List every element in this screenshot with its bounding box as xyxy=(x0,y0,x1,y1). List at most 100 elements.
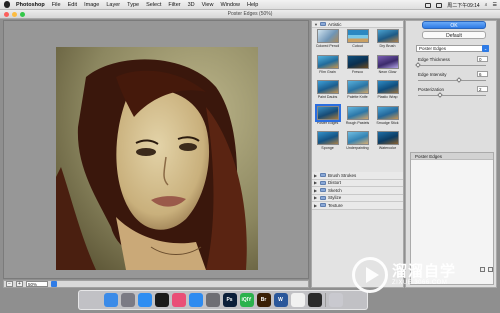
category-stylize[interactable]: ▶ Stylize xyxy=(312,194,403,202)
launchpad-icon[interactable] xyxy=(120,293,135,307)
menu-file[interactable]: File xyxy=(52,2,61,8)
folder-icon xyxy=(320,22,326,26)
filter-thumbnails: Colored Pencil Cutout Dry Brush Film Gra… xyxy=(312,28,403,159)
filter-thumb[interactable]: Plastic Wrap xyxy=(373,80,402,106)
menubar-status: 周二下午09:14 ⌕ ☰ xyxy=(425,0,497,10)
menu-help[interactable]: Help xyxy=(247,2,258,8)
edge-intensity-param: Edge Intensity 6 xyxy=(416,71,489,86)
zoom-dropdown-icon[interactable] xyxy=(51,281,57,287)
app-store-icon[interactable] xyxy=(188,293,203,307)
folder-icon xyxy=(320,203,326,208)
default-button[interactable]: Default xyxy=(422,31,486,39)
filter-thumb[interactable]: Dry Brush xyxy=(373,29,402,55)
fresco-thumb-icon xyxy=(346,54,369,69)
colored-pencil-thumb-icon xyxy=(316,29,339,43)
folder-icon xyxy=(320,195,326,200)
edge-intensity-slider[interactable] xyxy=(418,77,486,83)
slider-knob[interactable] xyxy=(455,77,462,83)
filter-thumb[interactable]: Paint Daubs xyxy=(313,80,342,106)
edge-thickness-slider[interactable] xyxy=(415,62,486,68)
delete-effect-layer-icon[interactable] xyxy=(488,267,493,272)
camera-icon[interactable] xyxy=(307,293,322,307)
menu-layer[interactable]: Layer xyxy=(106,2,120,8)
iqiyi-icon[interactable]: iQIY xyxy=(239,293,254,307)
qq-icon[interactable] xyxy=(154,293,169,307)
dry-brush-thumb-icon xyxy=(376,29,399,43)
posterization-param: Posterization 2 xyxy=(416,86,489,101)
ok-button[interactable]: OK xyxy=(422,21,486,29)
posterization-slider[interactable] xyxy=(418,92,486,98)
edge-thickness-param: Edge Thickness 0 xyxy=(415,56,489,71)
apple-icon[interactable] xyxy=(4,1,10,8)
chevron-down-icon: ⌄ xyxy=(482,45,489,52)
filter-preview[interactable] xyxy=(3,20,309,279)
menu-image[interactable]: Image xyxy=(84,2,99,8)
system-preferences-icon[interactable] xyxy=(205,293,220,307)
filter-thumb[interactable]: Watercolor xyxy=(373,131,402,157)
menu-window[interactable]: Window xyxy=(220,2,240,8)
battery-icon[interactable] xyxy=(436,2,443,8)
menu-select[interactable]: Select xyxy=(146,2,161,8)
bridge-icon[interactable]: Br xyxy=(256,293,271,307)
category-texture[interactable]: ▶ Texture xyxy=(312,202,403,210)
cutout-thumb-icon xyxy=(346,29,369,43)
filter-thumb[interactable]: Rough Pastels xyxy=(343,105,372,132)
trash-icon[interactable] xyxy=(328,293,343,307)
category-brush-strokes[interactable]: ▶ Brush Strokes xyxy=(312,172,403,180)
edge-intensity-input[interactable]: 6 xyxy=(477,71,488,77)
document-icon[interactable] xyxy=(290,293,305,307)
menu-app-name[interactable]: Photoshop xyxy=(16,2,45,8)
menu-type[interactable]: Type xyxy=(127,2,139,8)
menu-3d[interactable]: 3D xyxy=(188,2,195,8)
filter-thumb[interactable]: Colored Pencil xyxy=(313,29,342,55)
underpainting-thumb-icon xyxy=(346,131,369,145)
filter-thumb-selected[interactable]: Poster Edges xyxy=(313,103,342,132)
dialog-title-bar: Poster Edges (50%) xyxy=(0,10,500,19)
preview-photo xyxy=(56,47,258,270)
wifi-icon[interactable] xyxy=(425,2,432,8)
photos-icon[interactable] xyxy=(171,293,186,307)
slider-knob[interactable] xyxy=(437,92,444,98)
safari-icon[interactable] xyxy=(137,293,152,307)
slider-knob[interactable] xyxy=(415,62,421,68)
dock: Ps iQIY Br W xyxy=(78,290,368,310)
finder-icon[interactable] xyxy=(103,293,118,307)
menu-view[interactable]: View xyxy=(202,2,214,8)
menu-list-icon[interactable]: ☰ xyxy=(493,2,497,8)
filter-thumb[interactable]: Cutout xyxy=(343,29,372,55)
new-effect-layer-icon[interactable] xyxy=(480,267,485,272)
category-distort[interactable]: ▶ Distort xyxy=(312,179,403,187)
menu-edit[interactable]: Edit xyxy=(68,2,77,8)
edge-thickness-input[interactable]: 0 xyxy=(477,56,488,62)
photoshop-icon[interactable]: Ps xyxy=(222,293,237,307)
filter-select[interactable]: Poster Edges ⌄ xyxy=(416,45,489,52)
clock[interactable]: 周二下午09:14 xyxy=(447,2,480,9)
filter-thumb[interactable]: Fresco xyxy=(343,54,372,81)
filter-gallery: ▼ Artistic Colored Pencil Cutout Dry Bru… xyxy=(311,20,404,288)
search-icon[interactable]: ⌕ xyxy=(485,2,488,8)
word-icon[interactable]: W xyxy=(273,293,288,307)
filter-thumb[interactable]: Underpainting xyxy=(343,131,372,157)
filter-thumb[interactable]: Neon Glow xyxy=(373,54,402,81)
zoom-level[interactable]: 50% xyxy=(26,281,48,287)
poster-edges-thumb-icon xyxy=(314,103,341,122)
collapsed-triangle-icon: ▶ xyxy=(314,202,318,208)
category-sketch[interactable]: ▶ Sketch xyxy=(312,187,403,195)
posterization-input[interactable]: 2 xyxy=(477,86,488,92)
zoom-in-button[interactable]: + xyxy=(16,281,23,287)
menu-filter[interactable]: Filter xyxy=(168,2,180,8)
preview-status-bar: − + 50% xyxy=(3,280,309,288)
watercolor-thumb-icon xyxy=(376,131,399,145)
filter-thumb[interactable]: Film Grain xyxy=(313,54,342,81)
filter-thumb[interactable]: Sponge xyxy=(313,131,342,157)
filter-thumb[interactable]: Palette Knife xyxy=(343,80,372,106)
film-grain-thumb-icon xyxy=(316,54,339,69)
zoom-out-button[interactable]: − xyxy=(6,281,13,287)
rough-pastels-thumb-icon xyxy=(346,105,369,120)
category-artistic[interactable]: ▼ Artistic xyxy=(312,21,403,28)
play-logo-icon xyxy=(352,257,388,293)
folder-icon xyxy=(320,188,326,193)
filter-thumb[interactable]: Smudge Stick xyxy=(373,105,402,132)
effect-layer-item[interactable]: Poster Edges xyxy=(411,153,493,160)
smudge-stick-thumb-icon xyxy=(376,105,399,120)
